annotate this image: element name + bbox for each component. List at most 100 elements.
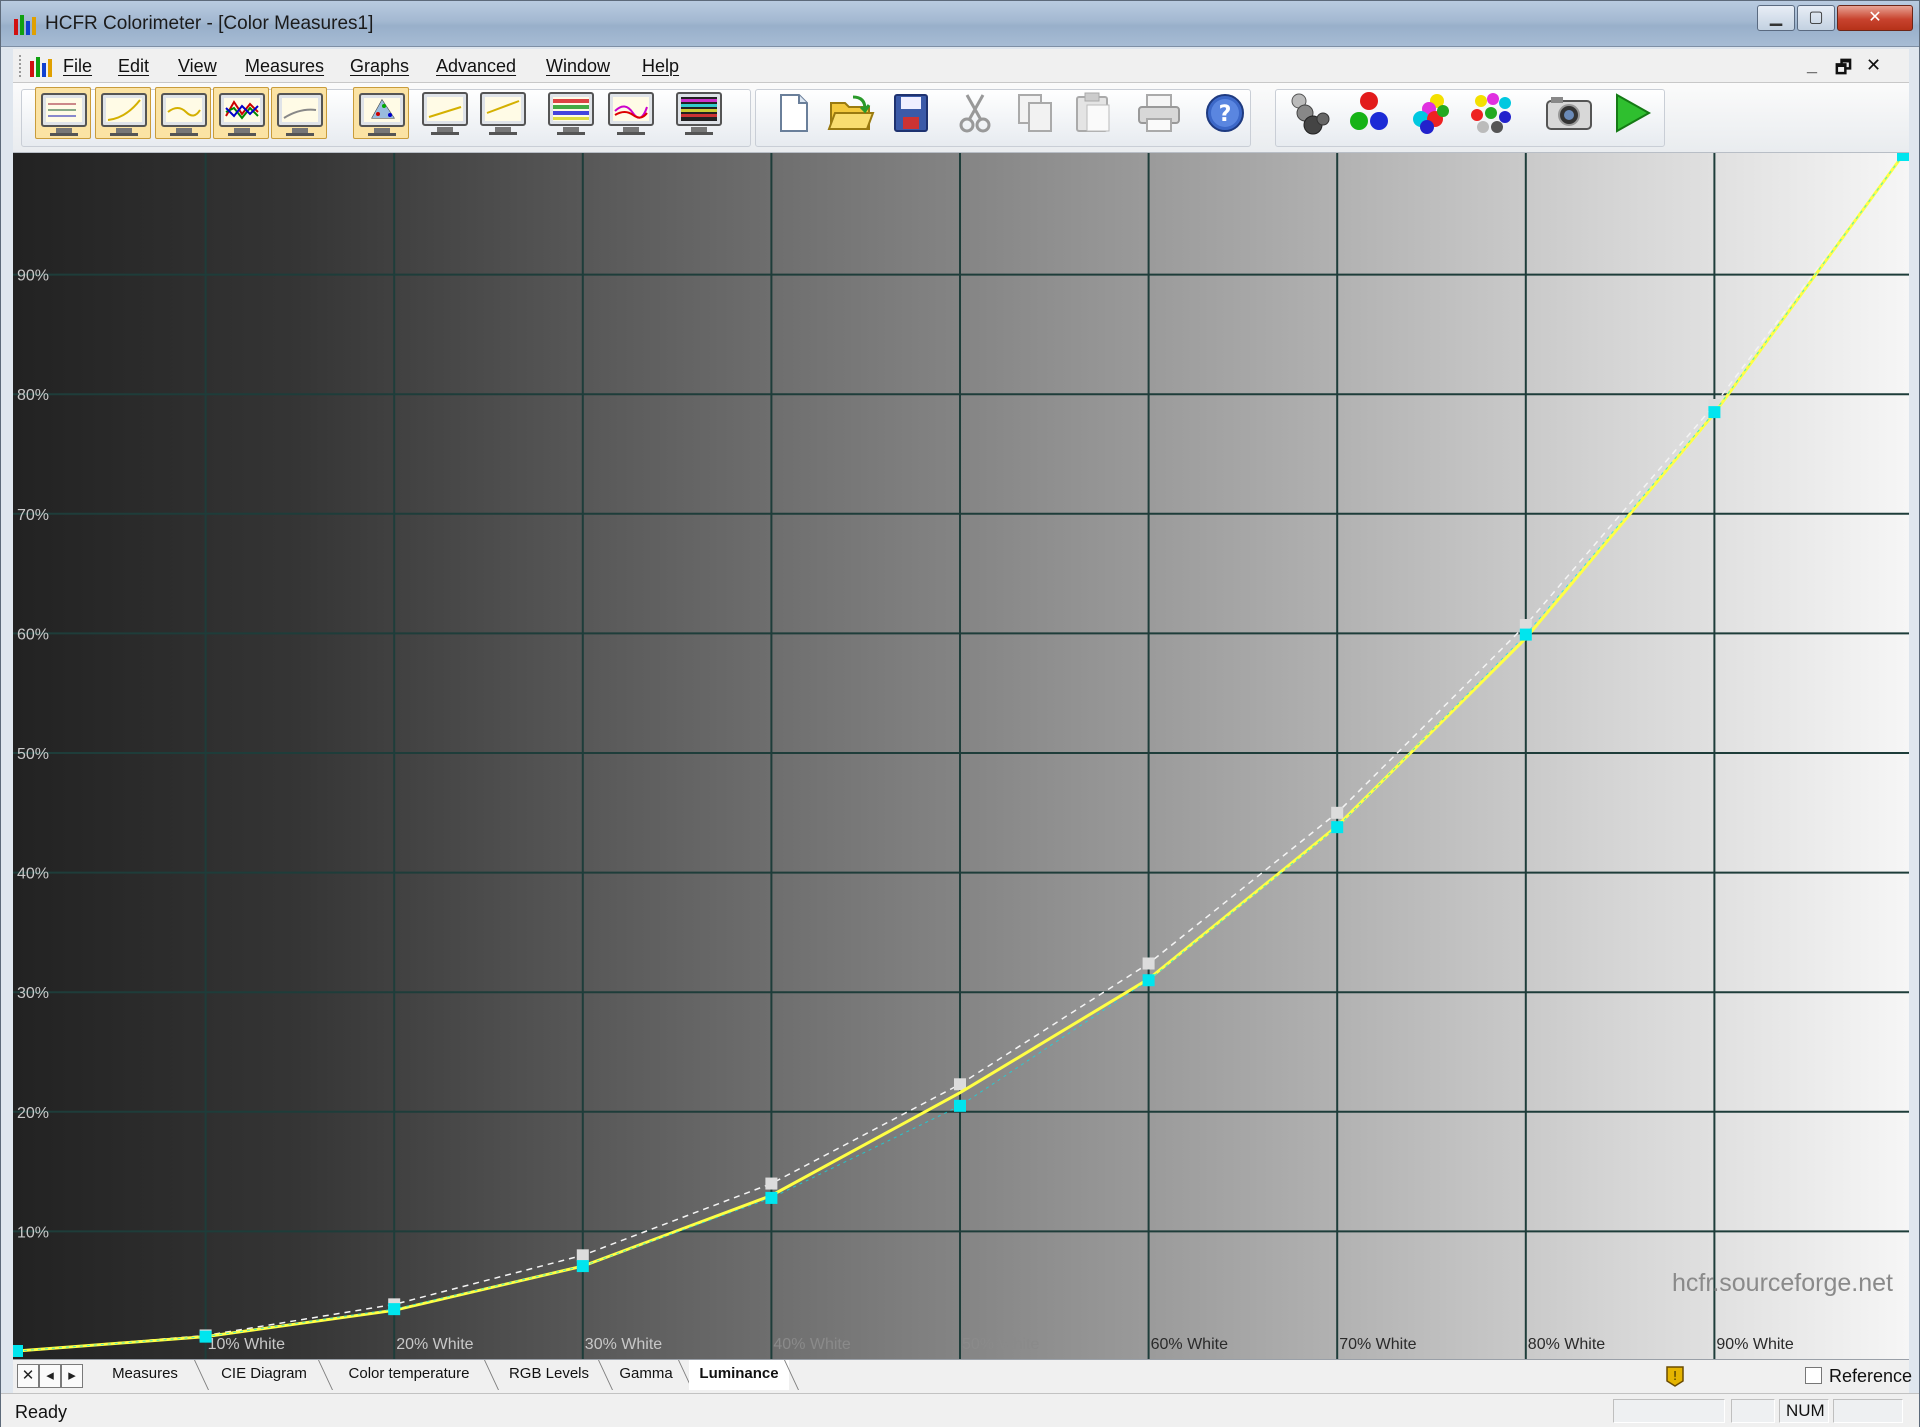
saturation-shift-icon[interactable] <box>543 87 599 139</box>
svg-text:!: ! <box>1673 1369 1678 1383</box>
status-panel-2 <box>1731 1399 1775 1423</box>
reference-point <box>576 1249 589 1262</box>
measured-point <box>954 1099 966 1112</box>
measured-point <box>199 1330 212 1343</box>
color-temp-icon[interactable] <box>271 87 327 139</box>
status-bar: Ready NUM <box>1 1393 1919 1427</box>
save-icon[interactable] <box>883 87 939 139</box>
gamma-view-icon[interactable] <box>95 87 151 139</box>
reference-checkbox[interactable] <box>1805 1367 1822 1384</box>
tab-color-temperature[interactable]: Color temperature <box>329 1360 489 1390</box>
watermark-text: hcfr.sourceforge.net <box>1672 1269 1893 1297</box>
menu-measures[interactable]: Measures <box>245 56 324 77</box>
x-tick-label: 30% White <box>585 1336 662 1353</box>
help-icon[interactable]: ? <box>1197 87 1253 139</box>
tab-gamma[interactable]: Gamma <box>609 1360 683 1390</box>
new-document-icon[interactable] <box>765 87 821 139</box>
status-text: Ready <box>15 1402 68 1422</box>
menu-help[interactable]: Help <box>642 56 679 77</box>
cie-diagram-icon[interactable] <box>353 87 409 139</box>
menu-window[interactable]: Window <box>546 56 610 77</box>
near-black-icon[interactable] <box>417 87 473 139</box>
y-tick-label: 60% <box>17 626 49 643</box>
y-tick-label: 80% <box>17 387 49 404</box>
start-measure-icon[interactable] <box>1603 87 1659 139</box>
x-tick-label: 60% White <box>1151 1336 1228 1353</box>
y-tick-label: 20% <box>17 1105 49 1122</box>
y-tick-label: 10% <box>17 1224 49 1241</box>
reference-label: Reference <box>1829 1366 1913 1386</box>
measures-view-icon[interactable] <box>35 87 91 139</box>
mdi-minimize-button[interactable]: _ <box>1807 55 1817 76</box>
near-white-icon[interactable] <box>475 87 531 139</box>
window-title: HCFR Colorimeter - [Color Measures1] <box>45 13 374 34</box>
luminance-chart[interactable]: 10% White 20% White 30% White 40% White 50% … <box>13 153 1909 1359</box>
x-tick-label: 90% White <box>1716 1336 1793 1353</box>
measured-point <box>388 1303 401 1316</box>
tab-close-button[interactable]: ✕ <box>17 1364 39 1388</box>
saturation-luminance-icon[interactable] <box>603 87 659 139</box>
menu-bar: File Edit View Measures Graphs Advanced … <box>13 49 1909 83</box>
document-icon[interactable] <box>29 55 53 77</box>
status-panel-1 <box>1613 1399 1725 1423</box>
menu-edit[interactable]: Edit <box>118 56 149 77</box>
mdi-close-button[interactable]: ✕ <box>1866 55 1881 76</box>
x-tick-label: 50% White <box>962 1336 1039 1353</box>
tab-luminance[interactable]: Luminance <box>689 1360 789 1390</box>
reference-point <box>765 1177 778 1190</box>
measure-secondaries-icon[interactable] <box>1401 87 1457 139</box>
menu-graphs[interactable]: Graphs <box>350 56 409 77</box>
close-button[interactable]: ✕ <box>1837 5 1913 31</box>
y-tick-label: 70% <box>17 507 49 524</box>
menu-file[interactable]: File <box>63 56 92 77</box>
title-bar[interactable]: HCFR Colorimeter - [Color Measures1] ▁ ▢… <box>1 1 1919 47</box>
hcfr-app-icon <box>14 15 36 35</box>
print-icon[interactable] <box>1131 87 1187 139</box>
reference-point <box>1142 957 1155 970</box>
copy-icon[interactable] <box>1007 87 1063 139</box>
measured-point <box>1897 153 1909 161</box>
luminance-chart-svg: 10% White 20% White 30% White 40% White 50% … <box>13 153 1909 1359</box>
paste-icon[interactable] <box>1065 87 1121 139</box>
measured-point <box>576 1260 589 1273</box>
maximize-button[interactable]: ▢ <box>1797 5 1835 31</box>
tab-rgb-levels[interactable]: RGB Levels <box>495 1360 603 1390</box>
measure-primaries-icon[interactable] <box>1341 87 1397 139</box>
measure-grayscale-icon[interactable] <box>1281 87 1337 139</box>
mdi-restore-button[interactable]: 🗗 <box>1835 55 1852 85</box>
menu-grip[interactable] <box>19 55 22 77</box>
view-tab-bar: ✕ ◂ ▸ Measures CIE Diagram Color tempera… <box>13 1359 1913 1393</box>
x-tick-label: 20% White <box>396 1336 473 1353</box>
tab-measures[interactable]: Measures <box>91 1360 199 1390</box>
app-window: HCFR Colorimeter - [Color Measures1] ▁ ▢… <box>0 0 1920 1427</box>
status-panel-num: NUM <box>1779 1399 1829 1423</box>
capture-icon[interactable] <box>1541 87 1597 139</box>
toolbar: ? <box>13 83 1909 153</box>
open-folder-icon[interactable] <box>823 87 879 139</box>
measured-point <box>765 1191 778 1204</box>
y-tick-label: 90% <box>17 268 49 285</box>
luminance-view-icon[interactable] <box>155 87 211 139</box>
measure-all-icon[interactable] <box>1463 87 1519 139</box>
cut-icon[interactable] <box>947 87 1003 139</box>
tab-next-button[interactable]: ▸ <box>61 1364 83 1388</box>
measured-point <box>1708 406 1721 419</box>
status-panel-4 <box>1833 1399 1903 1423</box>
minimize-button[interactable]: ▁ <box>1757 5 1795 31</box>
tab-prev-button[interactable]: ◂ <box>39 1364 61 1388</box>
measured-point <box>13 1345 23 1357</box>
svg-text:?: ? <box>1219 102 1232 127</box>
y-tick-label: 50% <box>17 746 49 763</box>
menu-advanced[interactable]: Advanced <box>436 56 516 77</box>
measured-point <box>1142 974 1155 987</box>
warning-icon: ! <box>1666 1366 1684 1387</box>
x-tick-label: 10% White <box>208 1336 285 1353</box>
tab-cie-diagram[interactable]: CIE Diagram <box>205 1360 323 1390</box>
x-tick-label: 40% White <box>773 1336 850 1353</box>
x-tick-label: 70% White <box>1339 1336 1416 1353</box>
color-comparison-icon[interactable] <box>671 87 727 139</box>
x-tick-label: 80% White <box>1528 1336 1605 1353</box>
rgb-levels-icon[interactable] <box>213 87 269 139</box>
reference-point <box>1331 806 1344 819</box>
menu-view[interactable]: View <box>178 56 217 77</box>
